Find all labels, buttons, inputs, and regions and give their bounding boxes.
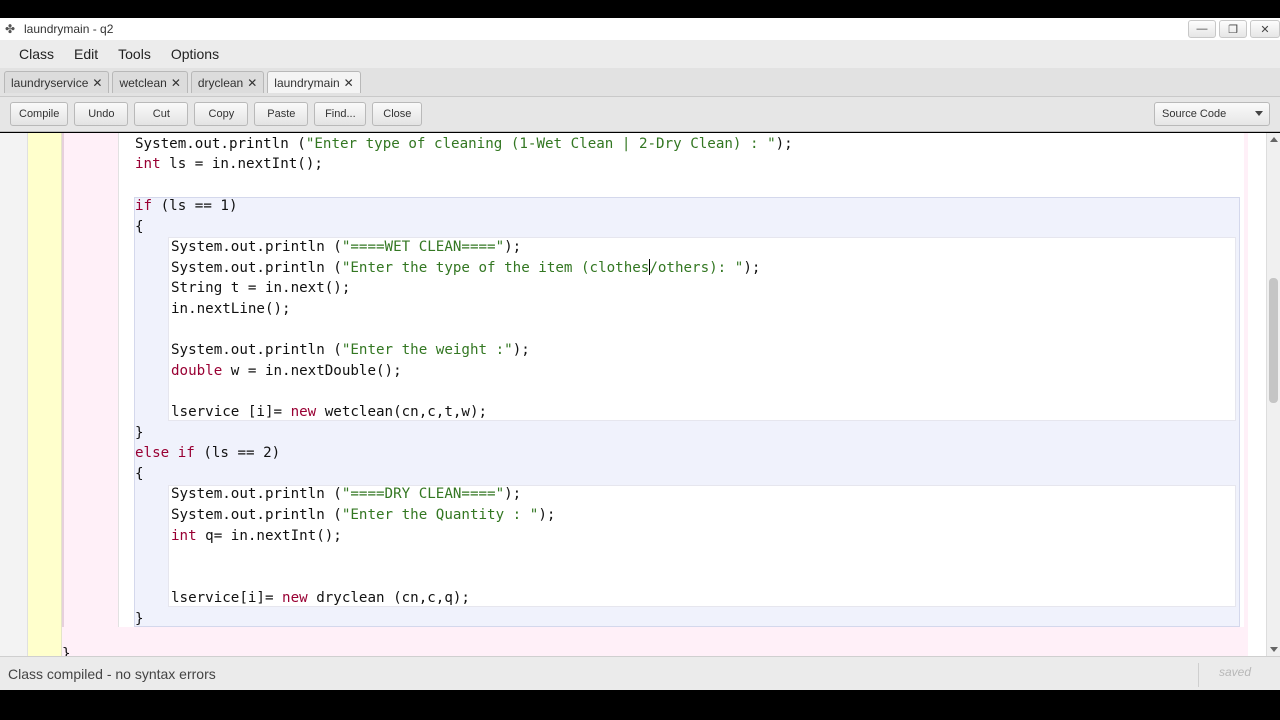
window-controls: — ❐ ✕ [1185, 18, 1280, 40]
code-line[interactable]: in.nextLine(); [171, 299, 291, 319]
class-scope-margin [28, 133, 62, 656]
code-line[interactable]: } [62, 644, 71, 656]
title-bar: ✤ laundrymain - q2 — ❐ ✕ [0, 18, 1280, 40]
tab-laundryservice[interactable]: laundryservice ✕ [4, 71, 110, 93]
code-line[interactable]: { [135, 464, 144, 484]
vertical-scrollbar[interactable] [1266, 133, 1280, 656]
code-line[interactable]: String t = in.next(); [171, 278, 350, 298]
code-line[interactable]: int q= in.nextInt(); [171, 526, 342, 546]
paste-button[interactable]: Paste [254, 102, 309, 126]
status-message: Class compiled - no syntax errors [8, 666, 216, 682]
cut-button[interactable]: Cut [134, 102, 189, 126]
code-line[interactable]: lservice [i]= new wetclean(cn,c,t,w); [171, 402, 487, 422]
maximize-button[interactable]: ❐ [1219, 20, 1247, 38]
close-icon: ✕ [1260, 23, 1270, 36]
code-line[interactable]: System.out.println ("Enter type of clean… [135, 134, 793, 154]
tab-close-icon[interactable]: ✕ [171, 76, 181, 90]
status-bar: Class compiled - no syntax errors saved [0, 656, 1280, 690]
menu-options[interactable]: Options [162, 46, 228, 62]
tab-label: laundryservice [11, 75, 89, 90]
tab-label: dryclean [197, 75, 244, 90]
maximize-icon: ❐ [1228, 23, 1238, 36]
tab-close-icon[interactable]: ✕ [247, 76, 257, 90]
tab-close-icon[interactable]: ✕ [92, 76, 102, 90]
menu-bar: Class Edit Tools Options [0, 40, 1280, 68]
code-line[interactable]: System.out.println ("Enter the Quantity … [171, 505, 555, 525]
editor-tabs: laundryservice ✕ wetclean ✕ dryclean ✕ l… [0, 68, 1280, 96]
close-button[interactable]: Close [372, 102, 423, 126]
saved-indicator: saved [1219, 665, 1252, 679]
scroll-up-icon[interactable] [1270, 137, 1278, 142]
scroll-down-icon[interactable] [1270, 647, 1278, 652]
code-line[interactable]: } [135, 609, 144, 629]
code-line[interactable]: int ls = in.nextInt(); [135, 154, 323, 174]
bluej-bird-icon: ✤ [4, 22, 16, 36]
status-divider [1198, 663, 1199, 687]
code-line[interactable]: System.out.println ("Enter the weight :"… [171, 340, 530, 360]
tab-label: laundrymain [274, 75, 340, 90]
menu-tools[interactable]: Tools [109, 46, 160, 62]
tab-label: wetclean [119, 75, 167, 90]
code-line[interactable]: System.out.println ("====DRY CLEAN====")… [171, 484, 521, 504]
menu-edit[interactable]: Edit [65, 46, 107, 62]
code-line[interactable]: System.out.println ("====WET CLEAN====")… [171, 237, 521, 257]
code-editor[interactable]: System.out.println ("Enter type of clean… [0, 133, 1280, 656]
editor-toolbar: Compile Undo Cut Copy Paste Find... Clos… [0, 96, 1280, 132]
window-title: laundrymain - q2 [24, 22, 114, 36]
code-line[interactable]: System.out.println ("Enter the type of t… [171, 258, 760, 278]
code-line[interactable]: double w = in.nextDouble(); [171, 361, 402, 381]
method-scope-bottom [62, 627, 1248, 656]
tab-wetclean[interactable]: wetclean ✕ [112, 71, 188, 93]
find-button[interactable]: Find... [314, 102, 367, 126]
code-line[interactable]: lservice[i]= new dryclean (cn,c,q); [171, 588, 470, 608]
menu-class[interactable]: Class [10, 46, 63, 62]
undo-button[interactable]: Undo [74, 102, 129, 126]
tab-dryclean[interactable]: dryclean ✕ [190, 71, 265, 93]
scrollbar-thumb[interactable] [1269, 278, 1278, 403]
tab-close-icon[interactable]: ✕ [344, 76, 354, 90]
compile-button[interactable]: Compile [10, 102, 69, 126]
line-number-gutter[interactable] [0, 133, 28, 656]
copy-button[interactable]: Copy [194, 102, 249, 126]
code-line[interactable]: if (ls == 1) [135, 196, 238, 216]
tab-laundrymain[interactable]: laundrymain ✕ [267, 71, 361, 93]
close-window-button[interactable]: ✕ [1250, 20, 1280, 38]
view-mode-value: Source Code [1162, 108, 1227, 120]
view-mode-select[interactable]: Source Code [1154, 102, 1270, 126]
chevron-down-icon [1255, 111, 1263, 116]
minimize-button[interactable]: — [1188, 20, 1216, 38]
minimize-icon: — [1196, 23, 1208, 35]
code-line[interactable]: } [135, 423, 144, 443]
code-line[interactable]: { [135, 217, 144, 237]
code-line[interactable]: else if (ls == 2) [135, 443, 280, 463]
